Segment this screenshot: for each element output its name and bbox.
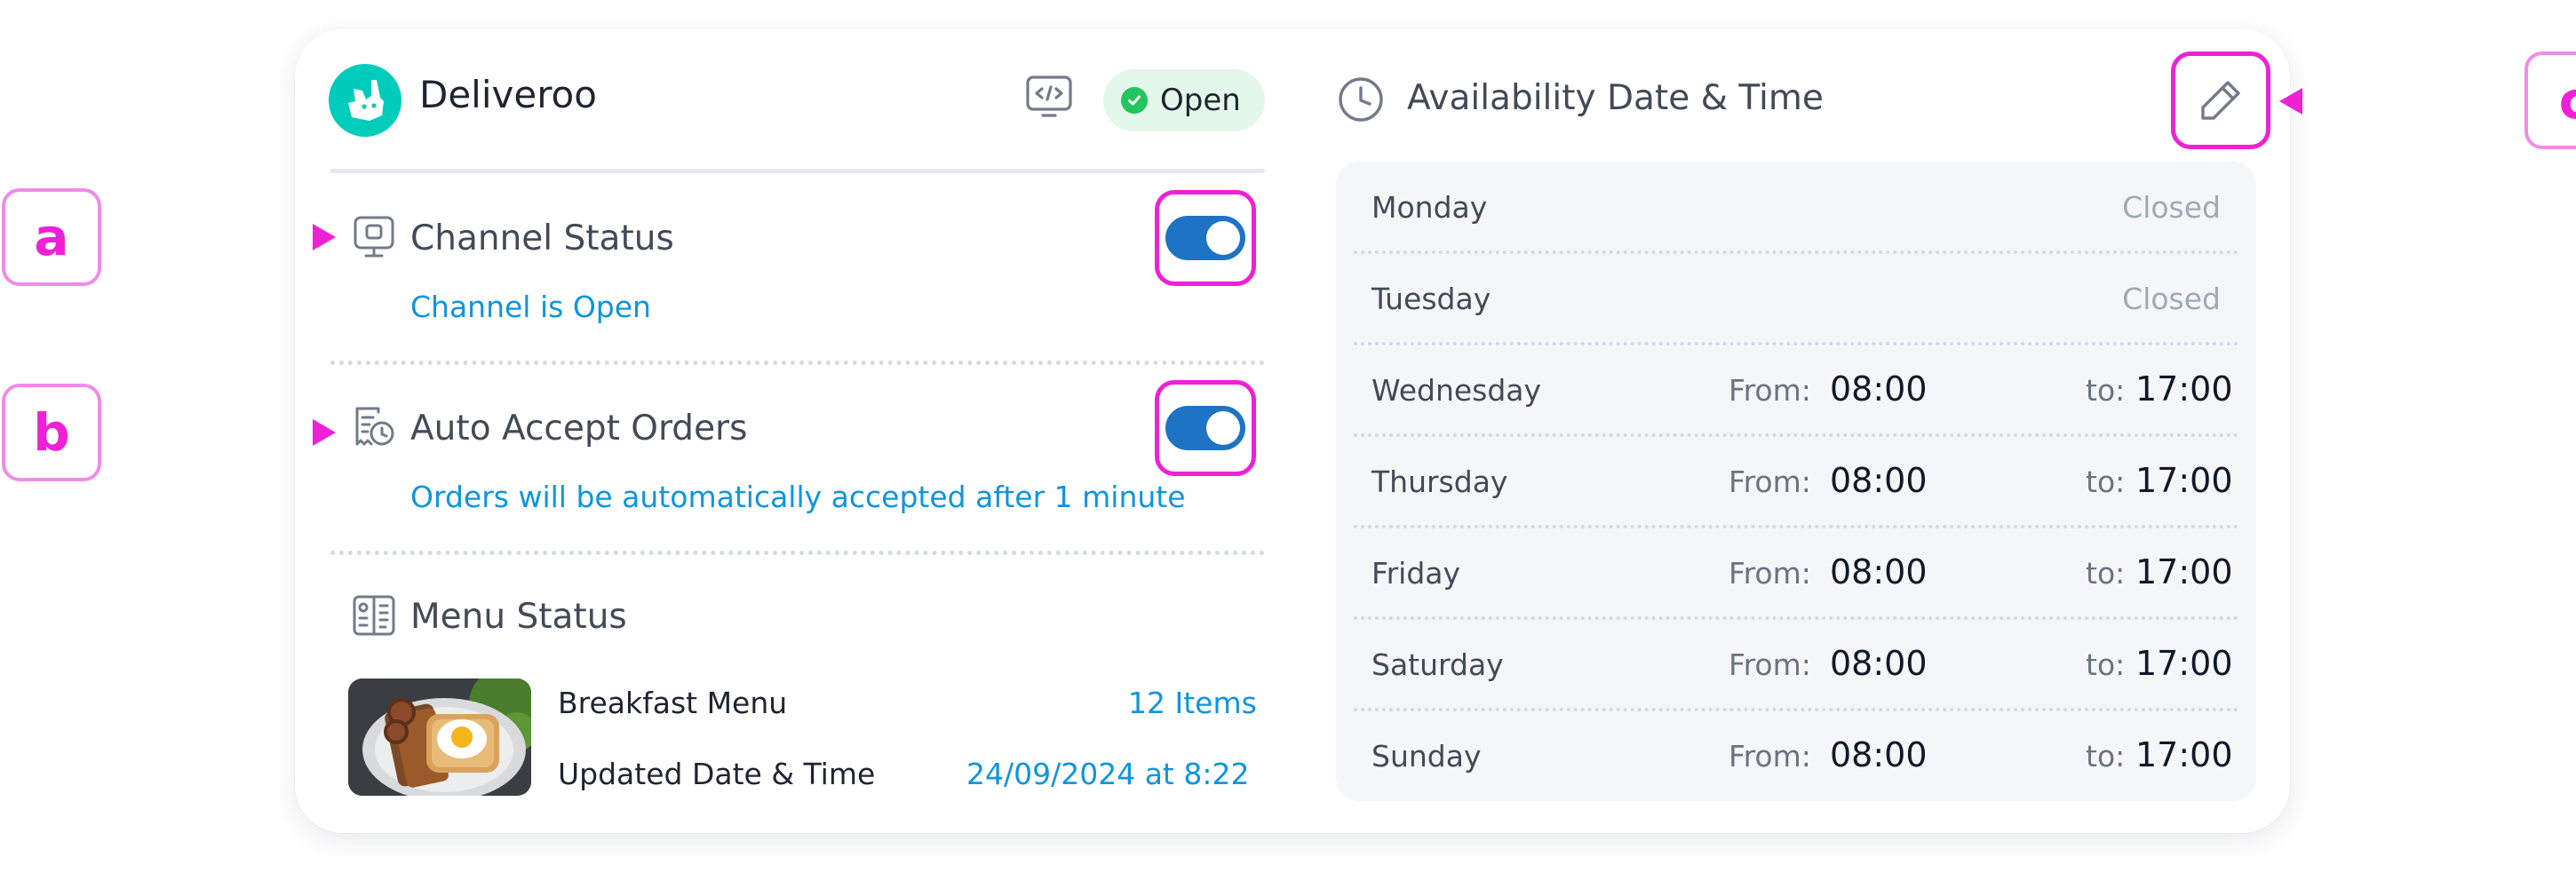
arrow-c	[2279, 88, 2524, 115]
annotation-callout-c: c	[2524, 52, 2576, 149]
annotation-arrows	[98, 88, 2524, 446]
arrow-b	[98, 419, 336, 446]
annotation-callout-a: a	[2, 188, 101, 286]
arrow-a	[98, 224, 336, 250]
annotation-callout-b: b	[2, 384, 101, 481]
